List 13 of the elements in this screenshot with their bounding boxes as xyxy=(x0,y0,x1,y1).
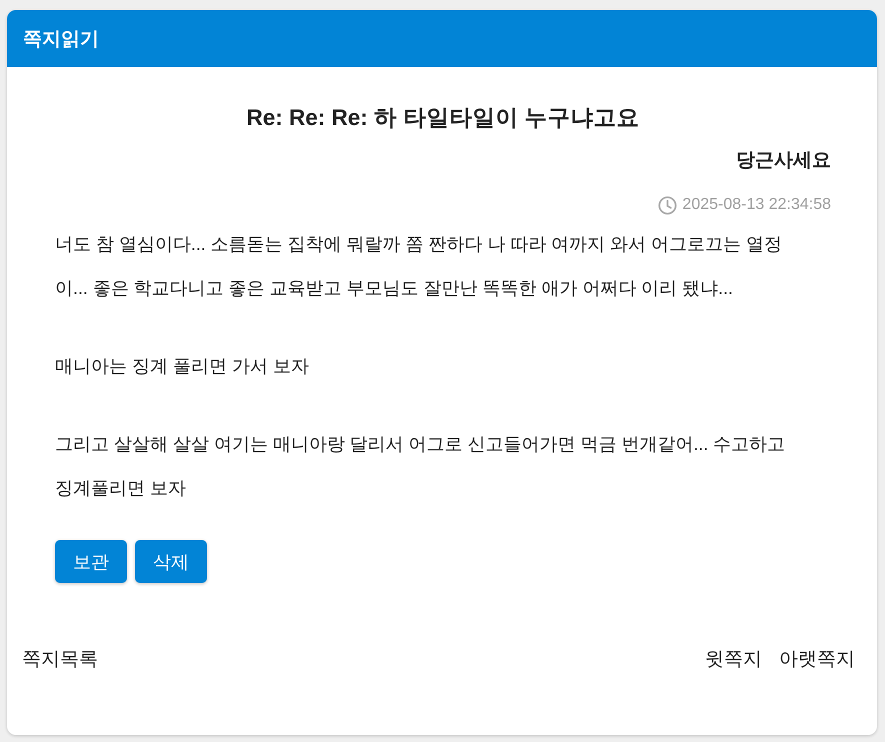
previous-message-link[interactable]: 윗쪽지 xyxy=(705,648,762,672)
window-title: 쪽지읽기 xyxy=(23,28,99,52)
message-paragraph: 그리고 살살해 살살 여기는 매니아랑 달리서 어그로 신고들어가면 먹금 번개같어... 수고하고 징계풀리면 보자 xyxy=(55,433,786,500)
archive-button[interactable]: 보관 xyxy=(55,540,127,583)
message-date: 2025-08-13 22:34:58 xyxy=(682,195,831,215)
message-list-link[interactable]: 쪽지목록 xyxy=(22,648,98,672)
sender-name: 당근사세요 xyxy=(735,149,831,173)
message-paragraph: 매니아는 징계 풀리면 가서 보자 xyxy=(55,355,310,378)
message-paragraph: 너도 참 열심이다... 소름돋는 집착에 뭐랄까 쫌 짠하다 나 따라 여까지 와서 어그로끄는 열정이... 좋은 학교다니고 좋은 교육받고 부모님도 잘만난 똑똑한 애가 어쩌다 이리 됐냐... xyxy=(55,233,784,300)
clock-icon xyxy=(658,196,678,214)
delete-button[interactable]: 삭제 xyxy=(135,540,207,583)
message-subject: Re: Re: Re: 하 타일타일이 누구냐고요 xyxy=(245,104,641,132)
next-message-link[interactable]: 아랫쪽지 xyxy=(779,648,855,672)
